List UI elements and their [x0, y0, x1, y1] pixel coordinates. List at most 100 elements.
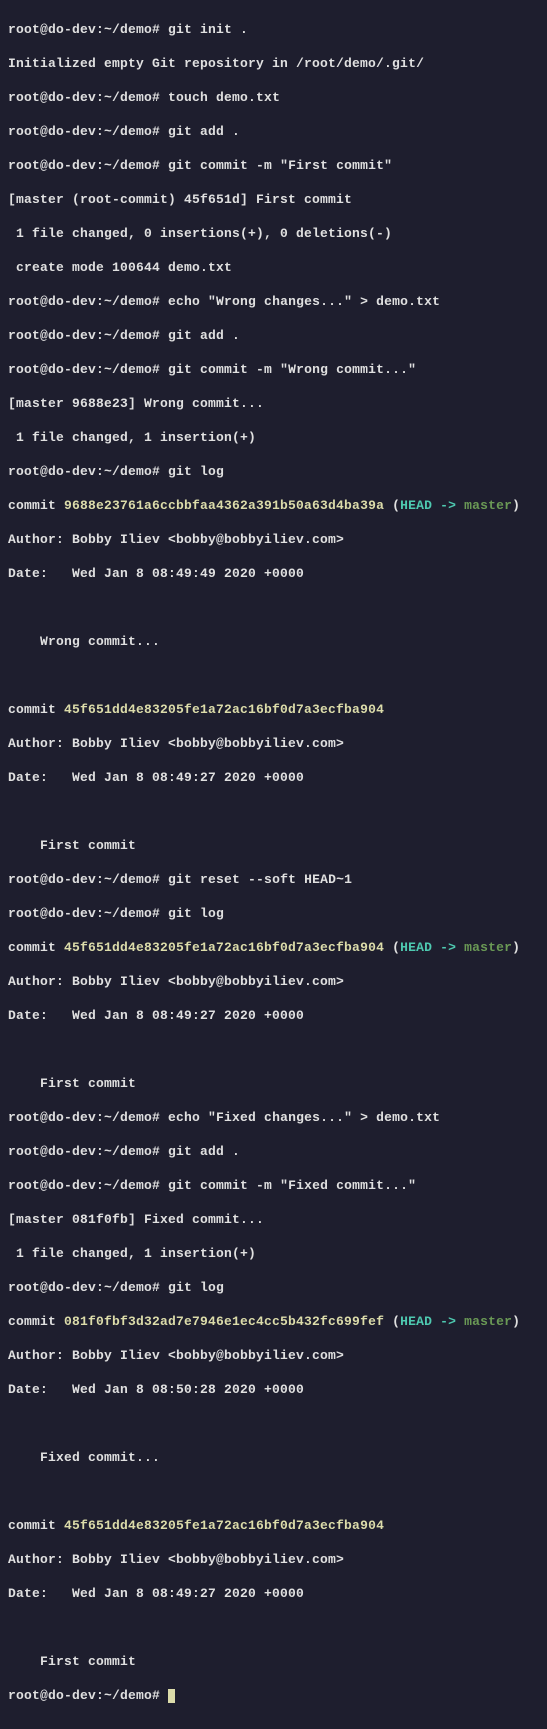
prompt-line: root@do-dev:~/demo# git log	[8, 463, 539, 480]
blank-line	[8, 1041, 539, 1058]
command: git reset --soft HEAD~1	[168, 872, 352, 887]
command: git log	[168, 906, 224, 921]
command: git add .	[168, 124, 240, 139]
commit-prefix: commit	[8, 1518, 64, 1533]
prompt: root@do-dev:~/demo#	[8, 328, 160, 343]
blank-line	[8, 1415, 539, 1432]
prompt: root@do-dev:~/demo#	[8, 1110, 160, 1125]
prompt-line: root@do-dev:~/demo# git add .	[8, 1143, 539, 1160]
ref-open: (	[384, 1314, 400, 1329]
blank-line	[8, 803, 539, 820]
author-line: Author: Bobby Iliev <bobby@bobbyiliev.co…	[8, 735, 539, 752]
commit-line: commit 45f651dd4e83205fe1a72ac16bf0d7a3e…	[8, 1517, 539, 1534]
output-line: Initialized empty Git repository in /roo…	[8, 55, 539, 72]
prompt: root@do-dev:~/demo#	[8, 1178, 160, 1193]
prompt: root@do-dev:~/demo#	[8, 22, 160, 37]
prompt: root@do-dev:~/demo#	[8, 294, 160, 309]
blank-line	[8, 599, 539, 616]
command: git commit -m "Wrong commit..."	[168, 362, 416, 377]
ref-close: )	[512, 1314, 520, 1329]
output-line: 1 file changed, 0 insertions(+), 0 delet…	[8, 225, 539, 242]
commit-hash: 45f651dd4e83205fe1a72ac16bf0d7a3ecfba904	[64, 940, 384, 955]
command: git init .	[168, 22, 248, 37]
ref-open: (	[384, 940, 400, 955]
prompt-line[interactable]: root@do-dev:~/demo#	[8, 1687, 539, 1704]
branch-ref: master	[464, 498, 512, 513]
blank-line	[8, 667, 539, 684]
prompt-line: root@do-dev:~/demo# git reset --soft HEA…	[8, 871, 539, 888]
commit-line: commit 9688e23761a6ccbbfaa4362a391b50a63…	[8, 497, 539, 514]
prompt-line: root@do-dev:~/demo# touch demo.txt	[8, 89, 539, 106]
output-line: [master 081f0fb] Fixed commit...	[8, 1211, 539, 1228]
commit-prefix: commit	[8, 940, 64, 955]
command: git log	[168, 1280, 224, 1295]
date-line: Date: Wed Jan 8 08:49:27 2020 +0000	[8, 1007, 539, 1024]
prompt-line: root@do-dev:~/demo# echo "Fixed changes.…	[8, 1109, 539, 1126]
head-ref: HEAD ->	[400, 1314, 464, 1329]
prompt: root@do-dev:~/demo#	[8, 872, 160, 887]
date-line: Date: Wed Jan 8 08:49:49 2020 +0000	[8, 565, 539, 582]
commit-msg: Fixed commit...	[8, 1449, 539, 1466]
ref-close: )	[512, 498, 520, 513]
date-line: Date: Wed Jan 8 08:50:28 2020 +0000	[8, 1381, 539, 1398]
commit-line: commit 081f0fbf3d32ad7e7946e1ec4cc5b432f…	[8, 1313, 539, 1330]
prompt-line: root@do-dev:~/demo# git add .	[8, 123, 539, 140]
prompt-line: root@do-dev:~/demo# echo "Wrong changes.…	[8, 293, 539, 310]
command: echo "Fixed changes..." > demo.txt	[168, 1110, 440, 1125]
author-line: Author: Bobby Iliev <bobby@bobbyiliev.co…	[8, 973, 539, 990]
output-line: 1 file changed, 1 insertion(+)	[8, 1245, 539, 1262]
prompt-line: root@do-dev:~/demo# git commit -m "First…	[8, 157, 539, 174]
commit-hash: 45f651dd4e83205fe1a72ac16bf0d7a3ecfba904	[64, 702, 384, 717]
date-line: Date: Wed Jan 8 08:49:27 2020 +0000	[8, 1585, 539, 1602]
blank-line	[8, 1483, 539, 1500]
prompt: root@do-dev:~/demo#	[8, 1688, 160, 1703]
commit-hash: 9688e23761a6ccbbfaa4362a391b50a63d4ba39a	[64, 498, 384, 513]
command: git add .	[168, 1144, 240, 1159]
command: touch demo.txt	[168, 90, 280, 105]
output-line: 1 file changed, 1 insertion(+)	[8, 429, 539, 446]
prompt-line: root@do-dev:~/demo# git init .	[8, 21, 539, 38]
commit-msg: First commit	[8, 1075, 539, 1092]
commit-line: commit 45f651dd4e83205fe1a72ac16bf0d7a3e…	[8, 701, 539, 718]
command: echo "Wrong changes..." > demo.txt	[168, 294, 440, 309]
commit-prefix: commit	[8, 702, 64, 717]
prompt-line: root@do-dev:~/demo# git log	[8, 1279, 539, 1296]
date-line: Date: Wed Jan 8 08:49:27 2020 +0000	[8, 769, 539, 786]
branch-ref: master	[464, 940, 512, 955]
head-ref: HEAD ->	[400, 940, 464, 955]
prompt: root@do-dev:~/demo#	[8, 906, 160, 921]
output-line: [master 9688e23] Wrong commit...	[8, 395, 539, 412]
command: git commit -m "First commit"	[168, 158, 392, 173]
prompt-line: root@do-dev:~/demo# git commit -m "Fixed…	[8, 1177, 539, 1194]
commit-msg: First commit	[8, 837, 539, 854]
author-line: Author: Bobby Iliev <bobby@bobbyiliev.co…	[8, 531, 539, 548]
commit-msg: Wrong commit...	[8, 633, 539, 650]
author-line: Author: Bobby Iliev <bobby@bobbyiliev.co…	[8, 1347, 539, 1364]
prompt: root@do-dev:~/demo#	[8, 90, 160, 105]
commit-hash: 45f651dd4e83205fe1a72ac16bf0d7a3ecfba904	[64, 1518, 384, 1533]
prompt-line: root@do-dev:~/demo# git log	[8, 905, 539, 922]
terminal[interactable]: root@do-dev:~/demo# git init . Initializ…	[0, 0, 547, 1729]
prompt: root@do-dev:~/demo#	[8, 1144, 160, 1159]
prompt-line: root@do-dev:~/demo# git add .	[8, 327, 539, 344]
commit-hash: 081f0fbf3d32ad7e7946e1ec4cc5b432fc699fef	[64, 1314, 384, 1329]
cursor-icon	[168, 1689, 175, 1703]
prompt: root@do-dev:~/demo#	[8, 158, 160, 173]
branch-ref: master	[464, 1314, 512, 1329]
commit-prefix: commit	[8, 1314, 64, 1329]
prompt: root@do-dev:~/demo#	[8, 124, 160, 139]
commit-msg: First commit	[8, 1653, 539, 1670]
head-ref: HEAD ->	[400, 498, 464, 513]
output-line: [master (root-commit) 45f651d] First com…	[8, 191, 539, 208]
output-line: create mode 100644 demo.txt	[8, 259, 539, 276]
command: git commit -m "Fixed commit..."	[168, 1178, 416, 1193]
command: git add .	[168, 328, 240, 343]
commit-prefix: commit	[8, 498, 64, 513]
ref-close: )	[512, 940, 520, 955]
author-line: Author: Bobby Iliev <bobby@bobbyiliev.co…	[8, 1551, 539, 1568]
ref-open: (	[384, 498, 400, 513]
commit-line: commit 45f651dd4e83205fe1a72ac16bf0d7a3e…	[8, 939, 539, 956]
prompt: root@do-dev:~/demo#	[8, 464, 160, 479]
blank-line	[8, 1619, 539, 1636]
prompt-line: root@do-dev:~/demo# git commit -m "Wrong…	[8, 361, 539, 378]
